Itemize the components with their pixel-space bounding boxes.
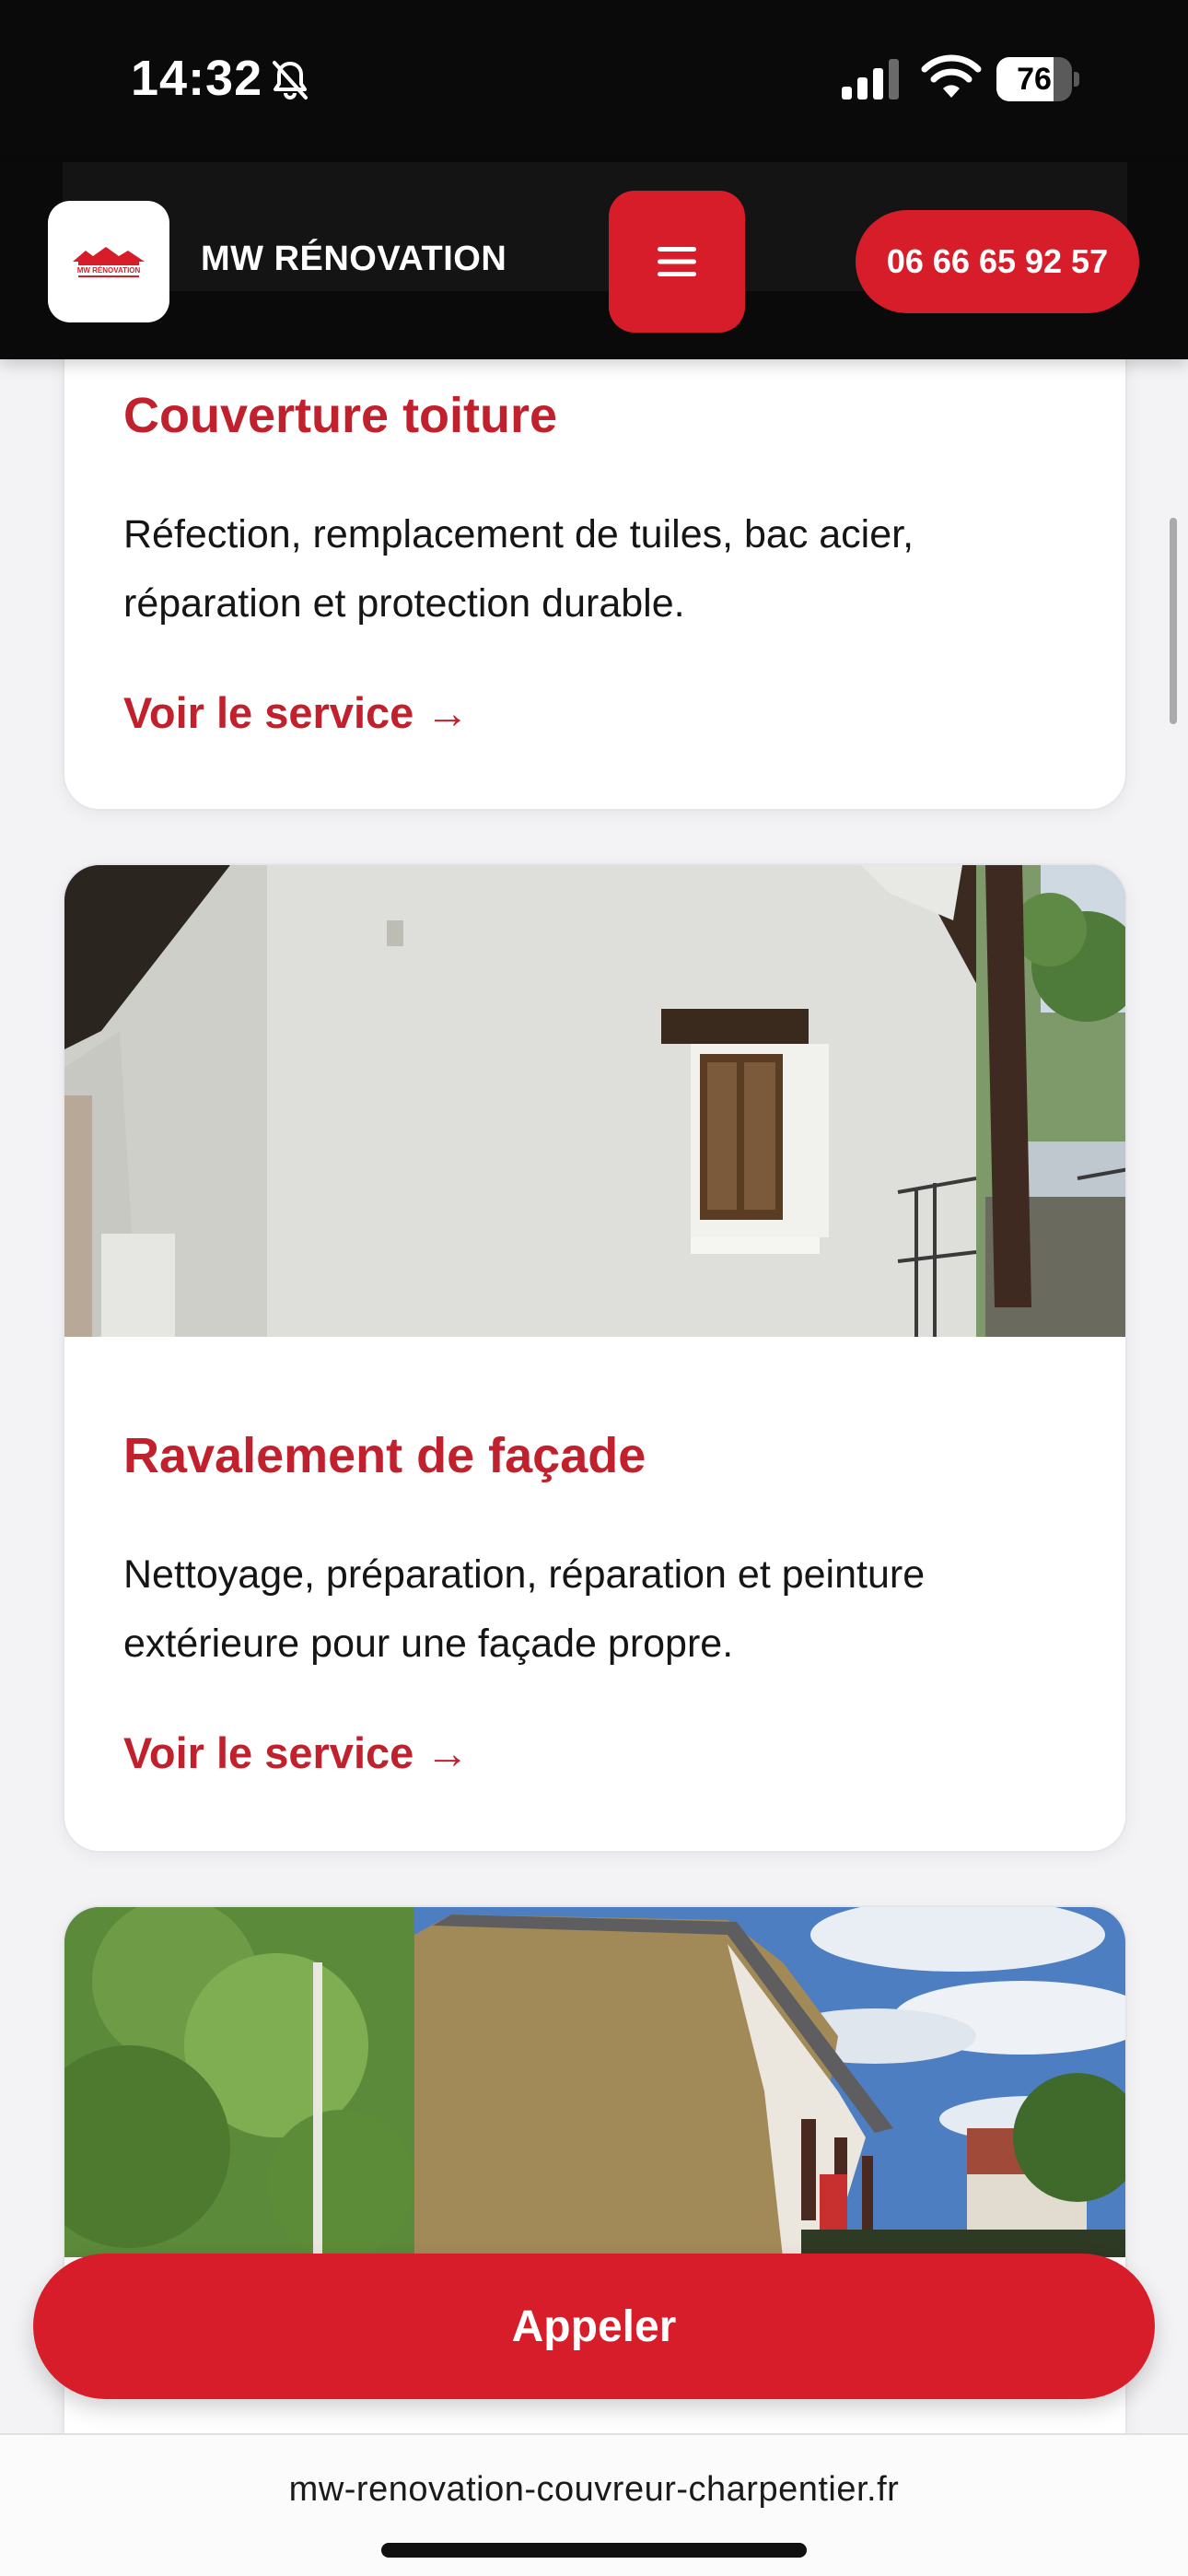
cellular-signal-icon (842, 59, 899, 100)
service-description: Nettoyage, préparation, réparation et pe… (123, 1552, 926, 1666)
phone-call-button[interactable]: 06 66 65 92 57 (856, 210, 1139, 313)
status-bar: 14:32 76 (0, 0, 1188, 162)
status-time: 14:32 (131, 51, 263, 106)
wifi-icon (921, 54, 982, 98)
service-title: Ravalement de façade (123, 1428, 646, 1483)
bell-slash-icon (273, 61, 308, 100)
service-description: Réfection, remplacement de tuiles, bac a… (123, 512, 914, 626)
service-title: Couverture toiture (123, 388, 558, 443)
call-button[interactable]: Appeler (33, 2254, 1155, 2399)
facade-photo (64, 865, 1125, 1337)
battery-level-text: 76 (1017, 62, 1052, 97)
service-card-ravalement: Ravalement de façade Nettoyage, préparat… (63, 863, 1127, 1853)
logo-text: MW RÉNOVATION (77, 266, 141, 275)
roof-logo-icon: MW RÉNOVATION (73, 247, 145, 277)
service-link[interactable]: Voir le service → (123, 1727, 469, 1778)
menu-button[interactable] (609, 191, 745, 333)
url-field[interactable]: mw-renovation-couvreur-charpentier.fr (0, 2470, 1188, 2510)
battery-icon: 76 (996, 57, 1079, 101)
browser-url-bar: mw-renovation-couvreur-charpentier.fr (0, 2433, 1188, 2576)
home-indicator[interactable] (381, 2543, 807, 2558)
hamburger-menu-icon (658, 247, 696, 276)
brand-name: MW RÉNOVATION (201, 240, 507, 278)
service-link[interactable]: Voir le service → (123, 687, 469, 738)
site-header: MW RÉNOVATION MW RÉNOVATION 06 66 65 92 … (0, 162, 1188, 359)
scrollbar[interactable] (1170, 518, 1177, 724)
site-logo[interactable]: MW RÉNOVATION (48, 201, 169, 322)
